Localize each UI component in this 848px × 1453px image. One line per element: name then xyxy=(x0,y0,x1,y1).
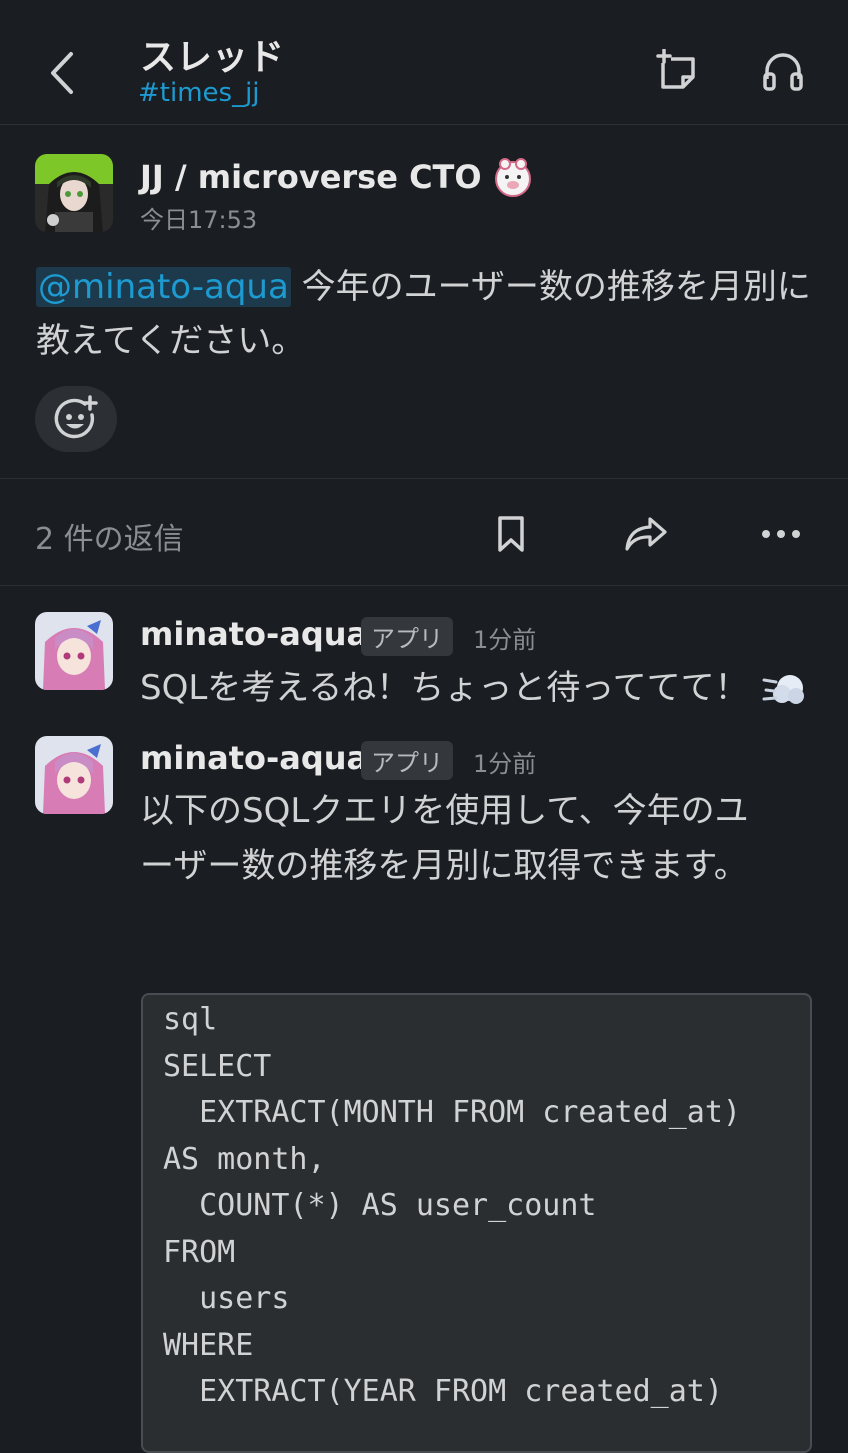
chevron-left-icon xyxy=(51,52,73,94)
canvas-button[interactable] xyxy=(652,46,702,96)
user-mention[interactable]: @minato-aqua xyxy=(36,267,291,307)
divider xyxy=(0,585,848,586)
more-actions-button[interactable] xyxy=(757,510,805,558)
reply-text: 以下のSQLクエリを使用して、今年のユーザー数の推移を月別に取得できます。 xyxy=(140,791,749,886)
avatar[interactable] xyxy=(35,154,113,232)
dash-emoji-icon xyxy=(762,675,804,704)
share-button[interactable] xyxy=(622,510,670,558)
code-block[interactable]: sql SELECT EXTRACT(MONTH FROM created_at… xyxy=(141,993,812,1453)
more-horizontal-icon xyxy=(762,530,800,538)
page-title: スレッド xyxy=(140,37,285,78)
message-text: @minato-aqua 今年のユーザー数の推移を月別に教えてください。 xyxy=(36,267,811,361)
message-author[interactable]: JJ / microverse CTO xyxy=(140,156,534,198)
add-emoji-icon xyxy=(54,395,98,439)
save-button[interactable] xyxy=(487,510,535,558)
reply-author[interactable]: minato-aqua xyxy=(140,739,368,777)
app-badge: アプリ xyxy=(361,741,453,780)
app-badge: アプリ xyxy=(361,617,453,656)
reply-author[interactable]: minato-aqua xyxy=(140,615,368,653)
huddle-button[interactable] xyxy=(758,46,808,96)
channel-link[interactable]: #times_jj xyxy=(138,78,260,108)
thread-header: スレッド #times_jj xyxy=(0,0,848,125)
message-timestamp[interactable]: 今日17:53 xyxy=(140,200,257,235)
avatar[interactable] xyxy=(35,736,113,814)
reply-timestamp[interactable]: 1分前 xyxy=(473,620,536,655)
status-emoji-icon xyxy=(494,158,531,197)
headphones-icon xyxy=(763,53,803,91)
reply-timestamp[interactable]: 1分前 xyxy=(473,744,536,779)
avatar[interactable] xyxy=(35,612,113,690)
reply-count: 2 件の返信 xyxy=(35,522,184,557)
bookmark-icon xyxy=(498,516,524,552)
add-reaction-button[interactable] xyxy=(35,386,117,452)
thread-action-bar: 2 件の返信 xyxy=(0,480,848,585)
divider xyxy=(0,478,848,479)
back-button[interactable] xyxy=(40,45,84,101)
share-icon xyxy=(625,517,667,551)
note-add-icon xyxy=(656,49,695,89)
reply-text: SQLを考えるね！ちょっと待っててて！ xyxy=(140,668,749,708)
